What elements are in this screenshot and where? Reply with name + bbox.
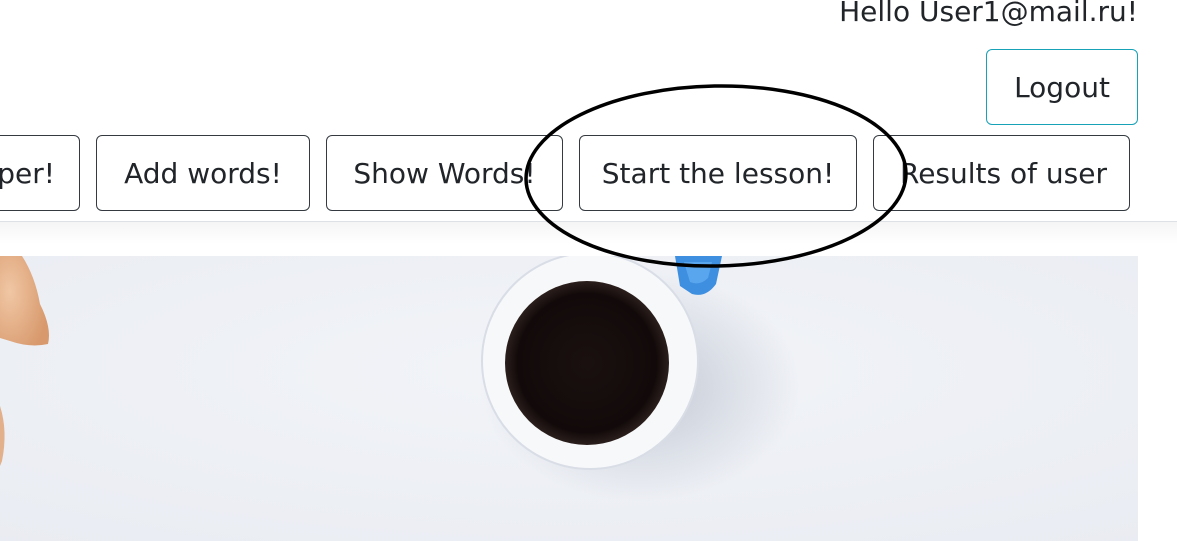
page: Hello User1@mail.ru! Logout per! Add wor… (0, 0, 1177, 541)
hero-image (0, 256, 1138, 541)
add-words-button[interactable]: Add words! (96, 135, 310, 211)
user-greeting: Hello User1@mail.ru! (839, 0, 1138, 28)
results-of-user-button[interactable]: Results of user (873, 135, 1130, 211)
show-words-button[interactable]: Show Words! (326, 135, 563, 211)
coffee-cup-photo (0, 256, 1138, 541)
start-lesson-button[interactable]: Start the lesson! (579, 135, 857, 211)
nav-button-helper[interactable]: per! (0, 135, 80, 211)
logout-button[interactable]: Logout (986, 49, 1138, 125)
header-divider (0, 221, 1177, 244)
nav-button-row: per! Add words! Show Words! Start the le… (0, 135, 1177, 211)
